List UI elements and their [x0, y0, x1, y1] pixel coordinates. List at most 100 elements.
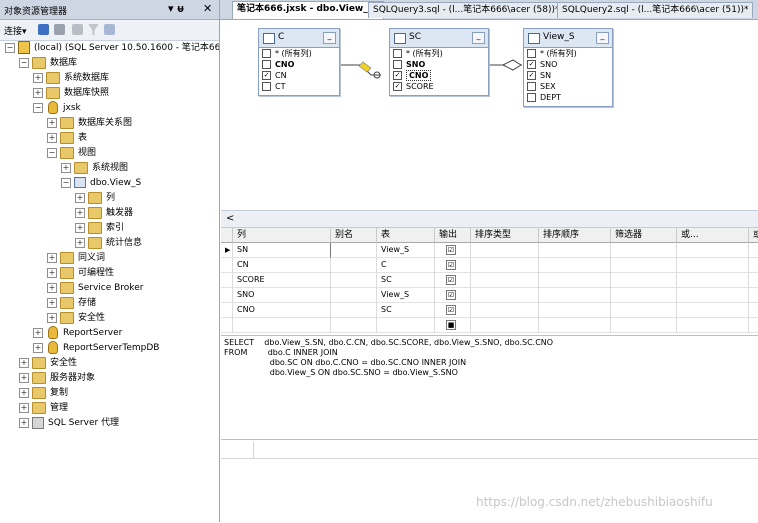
checkbox-icon[interactable]	[527, 93, 536, 102]
expand-icon[interactable]: +	[33, 342, 43, 353]
tree-node[interactable]: + 列	[75, 191, 115, 206]
tree-node[interactable]: + ReportServerTempDB	[33, 341, 159, 356]
table-column-row[interactable]: DEPT	[524, 92, 612, 103]
output-checkbox-icon[interactable]: ☑	[446, 304, 456, 315]
tree-node[interactable]: + 触发器	[75, 206, 133, 221]
checkbox-icon[interactable]	[262, 49, 271, 58]
table-column-row[interactable]: SNO	[390, 59, 488, 70]
checkbox-checked-icon[interactable]: ✓	[527, 71, 536, 80]
expand-icon[interactable]: +	[47, 117, 57, 128]
collapse-icon[interactable]: −	[47, 147, 57, 158]
grid-cell[interactable]	[331, 258, 377, 273]
grid-cell[interactable]	[749, 318, 758, 333]
grid-cell[interactable]: ☑	[435, 243, 471, 258]
grid-cell[interactable]	[539, 273, 611, 288]
collapse-icon[interactable]: −	[33, 102, 43, 113]
expand-icon[interactable]: +	[19, 417, 29, 428]
tree-node[interactable]: + 复制	[19, 386, 68, 401]
scroll-left-icon[interactable]: <	[226, 213, 234, 224]
tree-node[interactable]: + ReportServer	[33, 326, 122, 341]
grid-cell[interactable]	[331, 288, 377, 303]
grid-cell[interactable]	[677, 258, 749, 273]
grid-cell[interactable]: View_S	[377, 243, 435, 258]
tree-node[interactable]: − (local) (SQL Server 10.50.1600 - 笔记本666…	[5, 41, 219, 56]
checkbox-icon[interactable]	[262, 82, 271, 91]
tree-node[interactable]: + 服务器对象	[19, 371, 95, 386]
checkbox-icon[interactable]	[527, 49, 536, 58]
checkbox-checked-icon[interactable]: ✓	[262, 71, 271, 80]
expand-icon[interactable]: +	[19, 402, 29, 413]
grid-cell[interactable]	[539, 318, 611, 333]
grid-cell[interactable]	[331, 243, 377, 258]
collapse-icon[interactable]: −	[19, 57, 29, 68]
grid-cell[interactable]	[749, 288, 758, 303]
grid-cell[interactable]: ☑	[435, 288, 471, 303]
grid-cell[interactable]	[677, 273, 749, 288]
grid-cell[interactable]: SCORE	[233, 273, 331, 288]
checkbox-icon[interactable]	[262, 60, 271, 69]
minimize-icon[interactable]: _	[323, 32, 336, 44]
grid-row-header[interactable]	[221, 273, 233, 288]
grid-row-header[interactable]	[221, 318, 233, 333]
minimize-icon[interactable]: _	[472, 32, 485, 44]
grid-column-header[interactable]: 筛选器	[611, 228, 677, 243]
pin-icon[interactable]: ▾ ᵾ	[168, 2, 184, 15]
table-sc-header[interactable]: SC _	[390, 29, 488, 48]
expand-icon[interactable]: +	[47, 267, 57, 278]
minimize-icon[interactable]: _	[596, 32, 609, 44]
table-c-header[interactable]: C _	[259, 29, 339, 48]
tree-node[interactable]: + 系统视图	[61, 161, 128, 176]
grid-cell[interactable]	[611, 288, 677, 303]
tree-node[interactable]: + 存储	[47, 296, 96, 311]
tree-node[interactable]: + 统计信息	[75, 236, 142, 251]
expand-icon[interactable]: +	[19, 372, 29, 383]
stop-icon[interactable]	[72, 24, 83, 35]
tree-node[interactable]: − jxsk	[33, 101, 81, 116]
expand-icon[interactable]: +	[47, 312, 57, 323]
sql-pane[interactable]: SELECT dbo.View_S.SN, dbo.C.CN, dbo.SC.S…	[221, 335, 758, 439]
grid-cell[interactable]	[331, 318, 377, 333]
output-checkbox-icon[interactable]: ☑	[446, 244, 456, 255]
grid-cell[interactable]	[749, 273, 758, 288]
expand-icon[interactable]: +	[19, 387, 29, 398]
tree-node[interactable]: − dbo.View_S	[61, 176, 141, 191]
collapse-icon[interactable]: −	[5, 42, 15, 53]
table-sc[interactable]: SC _ * (所有列) SNO ✓ CNO ✓ SCORE	[389, 28, 489, 96]
output-checkbox-icon[interactable]: ☑	[446, 274, 456, 285]
expand-icon[interactable]: +	[47, 282, 57, 293]
grid-column-header[interactable]: 或	[749, 228, 758, 243]
grid-row-header[interactable]	[221, 258, 233, 273]
tree-node[interactable]: + 管理	[19, 401, 68, 416]
table-column-row[interactable]: * (所有列)	[259, 48, 339, 59]
expand-icon[interactable]: +	[75, 207, 85, 218]
grid-cell[interactable]	[749, 303, 758, 318]
grid-cell[interactable]: C	[377, 258, 435, 273]
grid-cell[interactable]	[677, 318, 749, 333]
grid-cell[interactable]	[471, 288, 539, 303]
table-column-row[interactable]: * (所有列)	[524, 48, 612, 59]
grid-column-header[interactable]: 别名	[331, 228, 377, 243]
grid-cell[interactable]	[677, 288, 749, 303]
grid-cell[interactable]: View_S	[377, 288, 435, 303]
table-column-row[interactable]: ✓ CN	[259, 70, 339, 81]
grid-cell[interactable]	[539, 303, 611, 318]
checkbox-icon[interactable]	[393, 60, 402, 69]
tab-view-designer[interactable]: 笔记本666.jxsk - dbo.View_1*	[232, 1, 384, 19]
output-checkbox-icon[interactable]: ☑	[446, 259, 456, 270]
grid-cell[interactable]	[677, 243, 749, 258]
tree-node[interactable]: + 数据库关系图	[47, 116, 132, 131]
expand-icon[interactable]: +	[61, 162, 71, 173]
grid-cell[interactable]	[377, 318, 435, 333]
grid-row-header[interactable]	[221, 303, 233, 318]
refresh-icon[interactable]	[104, 24, 115, 35]
grid-cell[interactable]	[539, 258, 611, 273]
grid-cell[interactable]	[611, 273, 677, 288]
table-column-row[interactable]: * (所有列)	[390, 48, 488, 59]
tree-node[interactable]: + SQL Server 代理	[19, 416, 119, 431]
table-column-row[interactable]: CT	[259, 81, 339, 92]
table-column-row[interactable]: SEX	[524, 81, 612, 92]
tree-node[interactable]: + 安全性	[47, 311, 105, 326]
checkbox-checked-icon[interactable]: ✓	[393, 71, 402, 80]
grid-cell[interactable]: CNO	[233, 303, 331, 318]
grid-cell[interactable]: CN	[233, 258, 331, 273]
